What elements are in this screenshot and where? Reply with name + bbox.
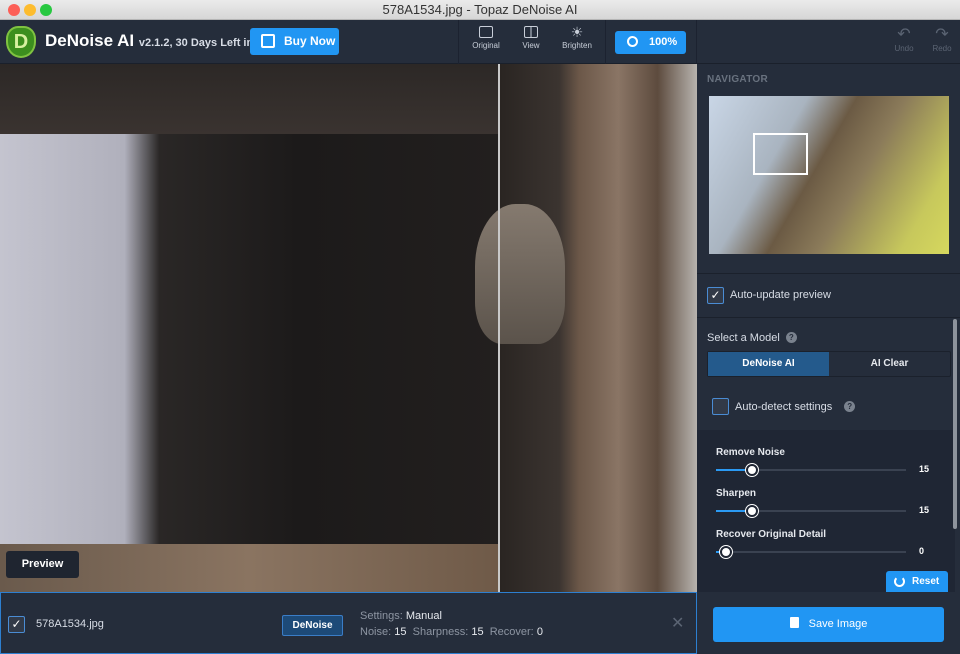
maximize-window-button[interactable] (40, 4, 52, 16)
denoise-badge[interactable]: DeNoise (282, 615, 343, 636)
recover-label: Recover: (489, 626, 534, 638)
minimize-window-button[interactable] (24, 4, 36, 16)
file-name: 578A1534.jpg (36, 618, 104, 630)
window-title: 578A1534.jpg - Topaz DeNoise AI (382, 2, 578, 17)
settings-label: Settings: (360, 610, 403, 622)
noise-value: 15 (394, 626, 407, 638)
settings-panel: NAVIGATOR ✓ Auto-update preview Select a… (697, 64, 960, 592)
auto-update-row: ✓ Auto-update preview (697, 273, 960, 317)
remove-file-icon[interactable]: ✕ (671, 613, 684, 633)
app-name: DeNoise AI v2.1.2, 30 Days Left in Trial (45, 31, 279, 51)
model-selector: DeNoise AI AI Clear (707, 351, 951, 377)
brighten-label: Brighten (562, 41, 592, 50)
remove-noise-value: 15 (919, 464, 930, 474)
model-ai-clear[interactable]: AI Clear (829, 352, 950, 376)
auto-detect-label: Auto-detect settings? (735, 401, 856, 413)
undo-icon: ↶ (897, 26, 911, 43)
sharpness-value: 15 (471, 626, 484, 638)
save-image-button[interactable]: Save Image (713, 607, 944, 642)
buy-now-label: Buy Now (284, 34, 336, 48)
save-area: Save Image (697, 592, 960, 654)
sun-icon: ☀ (570, 24, 584, 40)
roof-original (0, 64, 498, 134)
model-denoise-ai[interactable]: DeNoise AI (708, 352, 829, 376)
divider (458, 20, 459, 64)
sharpness-label: Sharpness: (412, 626, 469, 638)
auto-detect-checkbox[interactable] (712, 398, 729, 415)
owl (475, 204, 565, 344)
undo-label: Undo (894, 44, 914, 53)
brighten-button[interactable]: ☀ Brighten (555, 24, 599, 50)
recover-detail-slider[interactable] (716, 546, 906, 558)
image-preview[interactable]: Preview (0, 64, 697, 592)
recover-value: 0 (536, 626, 543, 638)
auto-update-checkbox[interactable]: ✓ (707, 287, 724, 304)
scrollbar[interactable] (953, 319, 957, 529)
original-label: Original (472, 41, 500, 50)
buy-now-button[interactable]: Buy Now (250, 28, 339, 55)
file-checkbox[interactable]: ✓ (8, 616, 25, 633)
auto-update-label: Auto-update preview (730, 289, 831, 301)
sliders-section: Remove Noise 15 Sharpen 15 Recover Origi… (697, 430, 955, 592)
noise-label: Noise: (360, 626, 392, 638)
recover-detail-value: 0 (919, 546, 925, 556)
slider-handle[interactable] (746, 505, 759, 517)
help-icon[interactable]: ? (844, 401, 856, 412)
navigator-thumbnail[interactable] (709, 96, 949, 254)
save-label: Save Image (808, 618, 868, 630)
recover-detail-label: Recover Original Detail (716, 529, 827, 540)
divider (605, 20, 606, 64)
settings-value: Manual (405, 610, 442, 622)
select-model-text: Select a Model (707, 332, 780, 344)
redo-label: Redo (932, 44, 952, 53)
reset-button[interactable]: Reset (886, 571, 948, 592)
view-label: View (522, 41, 540, 50)
app-name-text: DeNoise AI (45, 31, 135, 50)
title-bar: 578A1534.jpg - Topaz DeNoise AI (0, 0, 960, 20)
app-logo: D (6, 26, 36, 58)
sharpen-label: Sharpen (716, 488, 757, 499)
redo-button[interactable]: ↷ Redo (927, 26, 957, 53)
external-link-icon (261, 34, 275, 48)
remove-noise-label: Remove Noise (716, 447, 785, 458)
navigator-viewport[interactable] (753, 133, 808, 175)
save-icon (789, 617, 799, 628)
zoom-level: 100% (649, 36, 678, 48)
split-divider[interactable] (498, 64, 500, 592)
navigator-title: NAVIGATOR (707, 74, 769, 85)
slider-handle[interactable] (719, 546, 732, 558)
help-icon[interactable]: ? (785, 332, 797, 343)
original-button[interactable]: Original (464, 26, 508, 50)
sharpen-slider[interactable] (716, 505, 906, 517)
auto-detect-text: Auto-detect settings (735, 401, 833, 413)
sharpen-value: 15 (919, 505, 930, 515)
reset-label: Reset (912, 576, 940, 587)
slider-handle[interactable] (746, 464, 759, 476)
preview-button[interactable]: Preview (6, 551, 79, 578)
image-icon (479, 26, 493, 38)
redo-icon: ↷ (935, 26, 949, 43)
close-window-button[interactable] (8, 4, 20, 16)
original-half (0, 64, 498, 592)
undo-button[interactable]: ↶ Undo (889, 26, 919, 53)
reset-icon (894, 576, 905, 587)
remove-noise-slider[interactable] (716, 464, 906, 476)
split-view-icon (524, 26, 538, 38)
zoom-icon (627, 36, 638, 47)
file-bar: ✓ 578A1534.jpg DeNoise Settings: Manual … (0, 592, 697, 654)
toolbar: D DeNoise AI v2.1.2, 30 Days Left in Tri… (0, 20, 960, 64)
settings-info: Settings: Manual (360, 610, 442, 622)
zoom-button[interactable]: 100% (615, 31, 686, 54)
values-info: Noise: 15 Sharpness: 15 Recover: 0 (360, 626, 543, 638)
divider (696, 20, 697, 64)
view-button[interactable]: View (509, 26, 553, 50)
select-model-label: Select a Model? (707, 332, 797, 344)
